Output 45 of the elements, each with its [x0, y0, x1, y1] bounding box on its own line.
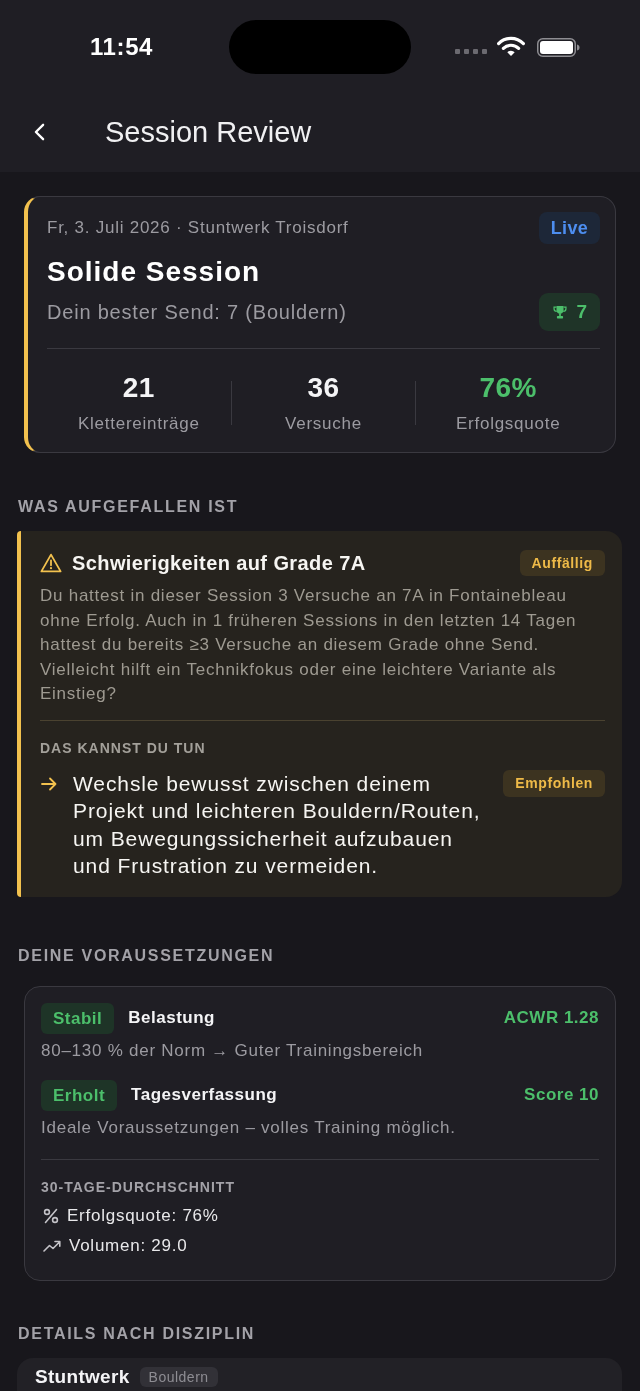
- metric-note: Ideale Voraussetzungen – volles Training möglich.: [41, 1116, 456, 1139]
- warning-icon: [40, 553, 62, 573]
- discipline-gym: Stuntwerk: [35, 1365, 130, 1388]
- metric-label: Tagesverfassung: [131, 1085, 278, 1105]
- action-text: Wechsle bewusst zwischen deinem Projekt und leichteren Bouldern/Routen, um Bewegungssicherheit aufzubauen und Frustration zu vermeiden.: [73, 770, 482, 879]
- stat-label: Erfolgsquote: [455, 413, 561, 435]
- status-time: 11:54: [90, 33, 154, 61]
- trophy-icon: [553, 305, 568, 319]
- recommended-badge: Empfohlen: [503, 769, 605, 797]
- discipline-tag: Bouldern: [139, 1366, 218, 1387]
- discipline-card[interactable]: Stuntwerk Bouldern: [17, 1357, 622, 1391]
- best-grade-value: 7: [576, 301, 587, 323]
- screen-title: Session Review: [105, 115, 312, 150]
- wifi-icon: [497, 36, 525, 56]
- stat-value: 36: [307, 371, 340, 405]
- actions-heading: DAS KANNST DU TUN: [40, 738, 206, 757]
- metric-note: 80–130 % der Norm → Guter Trainingsbereich: [41, 1039, 424, 1062]
- section-heading: DEINE VORAUSSETZUNGEN: [18, 945, 275, 966]
- status-badge: Erholt: [41, 1079, 118, 1111]
- battery-icon: [537, 37, 580, 57]
- best-send-text: Dein bester Send: 7 (Bouldern): [47, 300, 347, 325]
- stat-label: Versuche: [285, 413, 362, 435]
- arrow-right-icon: [41, 776, 57, 791]
- stat-value: 21: [122, 371, 155, 405]
- insight-badge: Auffällig: [519, 550, 605, 576]
- trend-up-icon: [43, 1239, 61, 1252]
- percent-icon: [43, 1207, 59, 1224]
- metric-value: ACWR 1.28: [503, 1008, 599, 1028]
- session-title: Solide Session: [47, 255, 261, 289]
- average-text: Volumen: 29.0: [69, 1234, 188, 1257]
- insight-title: Schwierigkeiten auf Grade 7A: [72, 551, 366, 576]
- section-heading: DETAILS NACH DISZIPLIN: [18, 1323, 256, 1344]
- insight-text: Du hattest in dieser Session 3 Versuche an 7A in Fontainebleau ohne Erfolg. Auch in 1 früheren Sessions in den letzten 14 Tagen hattest du bereits ≥3 Versuche an diesem Grade ohne Send. Vielleicht hilft ein Technikfokus oder eine leichtere Variante als Einstieg?: [40, 585, 578, 705]
- session-date-location: Fr, 3. Juli 2026 · Stuntwerk Troisdorf: [47, 217, 349, 239]
- averages-heading: 30-TAGE-DURCHSCHNITT: [41, 1177, 235, 1196]
- metric-value: Score 10: [524, 1085, 599, 1105]
- section-heading: WAS AUFGEFALLEN IST: [18, 497, 239, 517]
- status-badge: Stabil: [41, 1002, 115, 1034]
- stat-label: Klettereinträge: [77, 413, 200, 435]
- average-text: Erfolgsquote: 76%: [67, 1204, 219, 1227]
- metric-label: Belastung: [128, 1008, 215, 1028]
- stat-value: 76%: [479, 371, 537, 405]
- signal-icon: [455, 48, 487, 54]
- live-badge: Live: [538, 212, 600, 244]
- chevron-left-icon: [34, 123, 45, 141]
